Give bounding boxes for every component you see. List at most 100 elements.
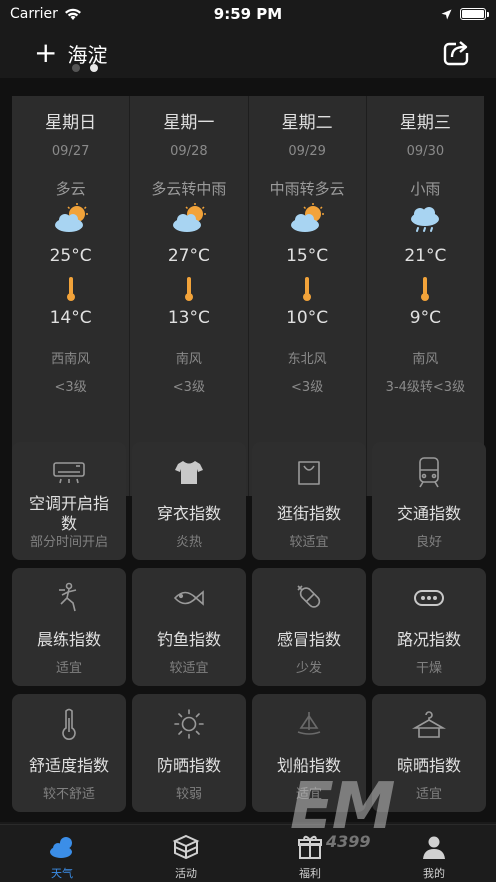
partly-cloudy-icon	[172, 203, 206, 232]
main-content: 星期日 09/27 多云 25°C 14°C 西南风 <3级 星期一 09/28…	[0, 78, 496, 822]
shirt-icon	[175, 461, 203, 484]
thermometer-small-icon	[184, 277, 193, 301]
index-title: 交通指数	[396, 504, 461, 523]
index-card[interactable]: 穿衣指数 炎热	[132, 442, 246, 560]
temp-low: 13°C	[167, 308, 210, 328]
road-condition-icon	[414, 590, 444, 606]
index-card[interactable]: 交通指数 良好	[372, 442, 486, 560]
day-name: 星期三	[399, 113, 451, 133]
user-icon	[423, 836, 445, 859]
carrier-label: Carrier	[10, 6, 58, 22]
index-title: 防晒指数	[156, 756, 221, 775]
pill-icon	[297, 585, 321, 608]
index-value: 适宜	[295, 787, 322, 802]
forecast-day: 星期日 09/27 多云 25°C 14°C 西南风 <3级	[12, 96, 131, 496]
index-card[interactable]: 钓鱼指数 较适宜	[132, 568, 246, 686]
wind-direction: 南风	[412, 352, 439, 367]
index-title: 空调开启指数	[28, 494, 109, 533]
status-bar: Carrier 9:59 PM	[0, 0, 496, 28]
shopping-bag-icon	[298, 461, 320, 485]
index-title: 钓鱼指数	[156, 630, 221, 649]
index-title: 晾晒指数	[396, 756, 461, 775]
boat-icon	[297, 712, 321, 735]
light-rain-icon	[411, 207, 440, 232]
index-card[interactable]: 晾晒指数 适宜	[372, 694, 486, 812]
temp-low: 14°C	[49, 308, 92, 328]
temp-high: 25°C	[49, 246, 92, 266]
index-card[interactable]: 划船指数 适宜	[252, 694, 366, 812]
wind-level: <3级	[54, 380, 87, 395]
day-condition: 多云	[55, 180, 86, 198]
index-value: 部分时间开启	[29, 535, 108, 550]
thermometer-icon	[62, 708, 76, 740]
page-indicator[interactable]	[72, 64, 98, 72]
tab-label: 活动	[175, 867, 197, 880]
train-icon	[419, 457, 439, 488]
index-card[interactable]: 防晒指数 较弱	[132, 694, 246, 812]
share-icon[interactable]	[442, 37, 472, 67]
temp-high: 27°C	[167, 246, 210, 266]
day-name: 星期一	[163, 113, 215, 133]
tab-label: 天气	[51, 867, 73, 880]
tab-weather[interactable]: 天气	[0, 825, 124, 882]
index-value: 较适宜	[169, 661, 209, 676]
life-index-grid: 空调开启指数 部分时间开启 穿衣指数 炎热 逛街指数 较适宜 交通指数 良好 晨…	[12, 442, 486, 812]
index-value: 适宜	[415, 787, 442, 802]
index-title: 感冒指数	[276, 630, 341, 649]
forecast-day: 星期一 09/28 多云转中雨 27°C 13°C 南风 <3级	[130, 96, 249, 496]
index-card[interactable]: 舒适度指数 较不舒适	[12, 694, 126, 812]
index-title: 晨练指数	[36, 630, 101, 649]
index-value: 较弱	[175, 787, 202, 802]
wind-level: 3-4级转<3级	[385, 380, 466, 395]
day-name: 星期二	[281, 113, 333, 133]
index-value: 较不舒适	[42, 787, 95, 802]
wind-level: <3级	[291, 380, 324, 395]
day-condition: 中雨转多云	[269, 180, 345, 198]
forecast-day: 星期二 09/29 中雨转多云 15°C 10°C 东北风 <3级	[249, 96, 367, 496]
day-name: 星期日	[45, 113, 97, 133]
partly-cloudy-icon	[291, 203, 325, 232]
hanger-icon	[412, 711, 446, 738]
location-arrow-icon	[441, 9, 452, 19]
tab-benefits[interactable]: 福利	[248, 825, 372, 882]
index-value: 干燥	[415, 661, 442, 676]
battery-icon	[460, 8, 489, 20]
add-city-button[interactable]: +	[34, 39, 57, 67]
day-date: 09/27	[51, 144, 90, 159]
exercise-icon	[59, 582, 77, 612]
index-value: 炎热	[175, 535, 202, 550]
weather-icon	[50, 837, 72, 858]
index-card[interactable]: 逛街指数 较适宜	[252, 442, 366, 560]
index-value: 少发	[295, 661, 322, 676]
day-condition: 小雨	[410, 180, 441, 198]
fish-icon	[173, 590, 204, 606]
page-dot-active	[90, 64, 98, 72]
index-card[interactable]: 空调开启指数 部分时间开启	[12, 442, 126, 560]
index-card[interactable]: 路况指数 干燥	[372, 568, 486, 686]
temp-high: 21°C	[404, 246, 447, 266]
wifi-icon	[64, 8, 81, 20]
tab-bar: 天气 活动 福利 我的	[0, 824, 496, 882]
day-date: 09/30	[406, 144, 445, 159]
activity-box-icon	[172, 834, 200, 860]
page-dot	[72, 64, 80, 72]
air-conditioner-icon	[53, 462, 85, 484]
tab-activity[interactable]: 活动	[124, 825, 248, 882]
thermometer-small-icon	[303, 277, 312, 301]
status-left: Carrier	[10, 6, 82, 22]
temp-low: 10°C	[286, 308, 329, 328]
day-date: 09/28	[170, 144, 208, 159]
index-value: 良好	[415, 535, 442, 550]
index-value: 较适宜	[289, 535, 329, 550]
index-title: 路况指数	[396, 630, 461, 649]
index-title: 逛街指数	[276, 504, 341, 523]
wind-direction: 西南风	[51, 352, 91, 367]
index-card[interactable]: 晨练指数 适宜	[12, 568, 126, 686]
index-value: 适宜	[55, 661, 82, 676]
tab-profile[interactable]: 我的	[372, 825, 496, 882]
index-title: 穿衣指数	[156, 504, 221, 523]
forecast-panel: 星期日 09/27 多云 25°C 14°C 西南风 <3级 星期一 09/28…	[12, 96, 484, 496]
index-card[interactable]: 感冒指数 少发	[252, 568, 366, 686]
thermometer-small-icon	[421, 277, 430, 301]
wind-direction: 南风	[175, 352, 202, 367]
